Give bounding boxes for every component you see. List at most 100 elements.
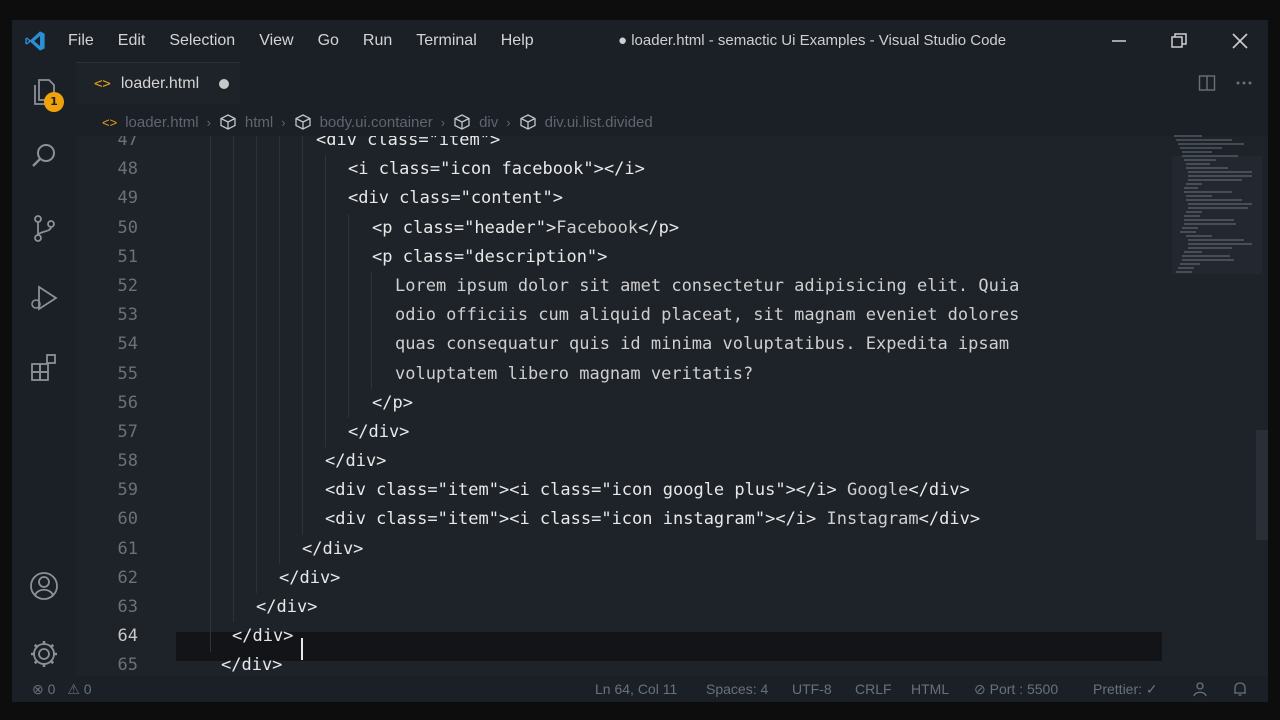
- element-cube-icon: [454, 114, 470, 130]
- code-text: Facebook: [556, 217, 639, 238]
- run-debug-icon[interactable]: [28, 282, 60, 314]
- encoding[interactable]: UTF-8: [792, 676, 832, 702]
- breadcrumb-item-div[interactable]: div: [453, 113, 498, 131]
- vscode-logo-icon: [25, 31, 45, 51]
- explorer-badge: 1: [44, 92, 64, 112]
- breadcrumb-item-body[interactable]: body.ui.container: [294, 113, 433, 131]
- account-icon[interactable]: [28, 570, 60, 602]
- code-line[interactable]: 54 quas consequatur quis id minima volupt…: [76, 330, 1176, 359]
- code-line[interactable]: 47 <div class="item">: [76, 136, 1176, 155]
- indentation[interactable]: Spaces: 4: [706, 676, 768, 702]
- code-line[interactable]: 57 </div>: [76, 418, 1176, 447]
- code-line[interactable]: 59 <div class="item"><i class="icon googl…: [76, 476, 1176, 505]
- menu-edit[interactable]: Edit: [118, 32, 146, 50]
- html-file-icon: <>: [94, 75, 111, 92]
- activity-bar: 1: [12, 62, 76, 678]
- status-bar: ⊗ 0 ⚠ 0 Ln 64, Col 11 Spaces: 4 UTF-8 CR…: [12, 676, 1268, 702]
- code-text: Google: [836, 480, 909, 501]
- code-line[interactable]: 56 </p>: [76, 389, 1176, 418]
- code-line[interactable]: 55 voluptatem libero magnam veritatis?: [76, 360, 1176, 389]
- more-actions-icon[interactable]: [1234, 74, 1254, 92]
- language-mode[interactable]: HTML: [911, 676, 949, 702]
- code-line-current[interactable]: 64 </div>: [76, 622, 1176, 651]
- menu-selection[interactable]: Selection: [169, 32, 235, 50]
- breadcrumb-item-file[interactable]: <> loader.html: [102, 114, 199, 131]
- chevron-right-icon: ›: [281, 114, 286, 130]
- settings-gear-icon[interactable]: [28, 638, 60, 670]
- feedback-person-icon[interactable]: [1192, 681, 1208, 697]
- minimize-icon[interactable]: [1109, 31, 1129, 51]
- vscode-window: File Edit Selection View Go Run Terminal…: [12, 20, 1268, 702]
- prettier-status[interactable]: Prettier: ✓: [1093, 676, 1158, 702]
- code-token: </div>: [348, 421, 410, 442]
- code-lines: 47 <div class="item"> 48 <i class="icon fa…: [76, 136, 1176, 678]
- menu-file[interactable]: File: [68, 32, 94, 50]
- code-line[interactable]: 60 <div class="item"><i class="icon insta…: [76, 505, 1176, 534]
- tab-bar: <> loader.html: [76, 62, 1268, 104]
- line-number: 49: [117, 188, 138, 209]
- restore-icon[interactable]: [1169, 31, 1189, 51]
- code-text: quas consequatur quis id minima voluptat…: [395, 334, 1010, 355]
- code-editor[interactable]: 47 <div class="item"> 48 <i class="icon fa…: [76, 136, 1268, 678]
- chevron-right-icon: ›: [506, 114, 511, 130]
- line-number: 52: [117, 275, 138, 296]
- split-editor-icon[interactable]: [1198, 74, 1216, 92]
- title-bar: File Edit Selection View Go Run Terminal…: [12, 20, 1268, 62]
- extensions-icon[interactable]: [28, 352, 60, 384]
- code-line[interactable]: 49 <div class="content">: [76, 184, 1176, 213]
- vertical-scrollbar[interactable]: [1256, 430, 1268, 540]
- tab-loader-html[interactable]: <> loader.html: [76, 62, 240, 104]
- code-token: <div class="item"><i class="icon google …: [325, 480, 837, 501]
- code-line[interactable]: 65 </div>: [76, 651, 1176, 678]
- live-server-port[interactable]: ⊘ Port : 5500: [974, 676, 1058, 702]
- html-file-icon: <>: [102, 114, 118, 130]
- line-number: 47: [117, 136, 138, 150]
- menu-go[interactable]: Go: [318, 32, 339, 50]
- code-token: <div class="item"><i class="icon instagr…: [325, 509, 817, 530]
- code-line[interactable]: 50 <p class="header">Facebook</p>: [76, 214, 1176, 243]
- menu-terminal[interactable]: Terminal: [416, 32, 476, 50]
- element-cube-icon: [519, 114, 536, 130]
- line-number: 58: [117, 451, 138, 472]
- breadcrumb-item-html[interactable]: html: [219, 113, 273, 131]
- code-line[interactable]: 58 </div>: [76, 447, 1176, 476]
- code-token: </div>: [256, 597, 318, 617]
- chevron-right-icon: ›: [206, 114, 211, 130]
- cursor-position[interactable]: Ln 64, Col 11: [595, 676, 677, 702]
- code-line[interactable]: 53 odio officiis cum aliquid placeat, sit…: [76, 301, 1176, 330]
- code-line[interactable]: 62 </div>: [76, 564, 1176, 593]
- code-token: </div>: [232, 626, 294, 647]
- code-text: Instagram: [816, 509, 919, 530]
- code-line[interactable]: 61 </div>: [76, 535, 1176, 564]
- menu-view[interactable]: View: [259, 32, 293, 50]
- code-line[interactable]: 48 <i class="icon facebook"></i>: [76, 155, 1176, 184]
- notifications-bell-icon[interactable]: [1232, 681, 1248, 697]
- source-control-icon[interactable]: [28, 212, 60, 244]
- line-number: 60: [117, 509, 138, 530]
- code-token: </div>: [221, 655, 283, 676]
- warning-count: 0: [83, 681, 92, 697]
- line-number: 53: [117, 305, 138, 326]
- code-line[interactable]: 63 </div>: [76, 593, 1176, 622]
- breadcrumb-item-list[interactable]: div.ui.list.divided: [519, 113, 653, 131]
- problems-indicator[interactable]: ⊗ 0 ⚠ 0: [32, 676, 92, 702]
- code-token: </div>: [325, 451, 387, 472]
- unsaved-dot-icon[interactable]: [219, 78, 230, 89]
- code-line[interactable]: 51 <p class="description">: [76, 243, 1176, 272]
- minimap[interactable]: [1172, 134, 1262, 274]
- chevron-right-icon: ›: [440, 114, 446, 130]
- code-token: <div class="content">: [348, 188, 563, 209]
- line-ending[interactable]: CRLF: [855, 676, 892, 702]
- search-icon[interactable]: [28, 140, 60, 172]
- line-number: 63: [117, 597, 138, 617]
- line-number: 57: [117, 421, 138, 442]
- element-cube-icon: [294, 114, 311, 130]
- code-token: </div>: [908, 480, 970, 501]
- close-icon[interactable]: [1230, 31, 1250, 51]
- menu-run[interactable]: Run: [363, 32, 392, 50]
- code-line[interactable]: 52 Lorem ipsum dolor sit amet consectetur…: [76, 272, 1176, 301]
- code-token: </div>: [918, 509, 981, 530]
- element-cube-icon: [220, 114, 236, 130]
- menu-help[interactable]: Help: [501, 32, 534, 50]
- text-cursor: [301, 638, 303, 660]
